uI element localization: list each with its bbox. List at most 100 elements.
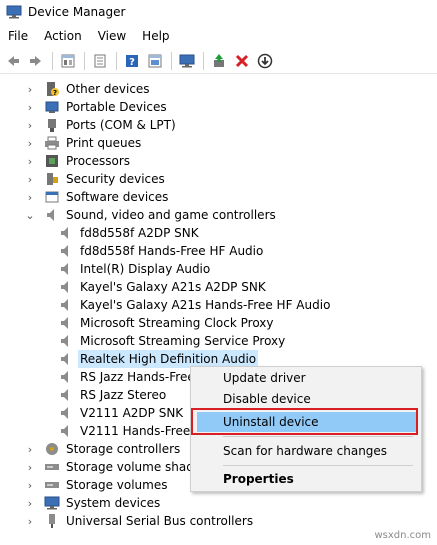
port-icon [44,117,60,133]
properties-icon[interactable] [89,50,111,72]
highlight-outline [191,408,418,435]
chevron-right-icon[interactable]: › [24,440,36,458]
tree-device-item[interactable]: Microsoft Streaming Service Proxy [50,332,287,350]
tree-category-sound-video[interactable]: ⌄ Sound, video and game controllers [24,206,278,224]
tree-device-item[interactable]: V2111 Hands-Free H [50,422,205,440]
tree-device-item[interactable]: Kayel's Galaxy A21s A2DP SNK [50,278,268,296]
chevron-right-icon[interactable]: › [24,152,36,170]
tree-category-storage-controllers[interactable]: › Storage controllers [24,440,182,458]
speaker-icon [58,315,74,331]
speaker-icon [58,369,74,385]
tree-device-label: fd8d558f A2DP SNK [80,226,199,240]
tree-device-label: Microsoft Streaming Service Proxy [80,334,286,348]
menu-action[interactable]: Action [36,26,90,46]
speaker-icon [58,279,74,295]
show-hide-icon[interactable] [57,50,79,72]
update-driver-icon[interactable] [208,50,230,72]
tree-category-print-queues[interactable]: › Print queues [24,134,143,152]
chevron-right-icon[interactable]: › [24,458,36,476]
tree-device-label: RS Jazz Stereo [80,388,167,402]
speaker-icon [58,297,74,313]
tree-category-storage-volumes[interactable]: › Storage volumes [24,476,169,494]
menu-scan-hardware[interactable]: Scan for hardware changes [197,441,417,461]
printer-icon [44,135,60,151]
chevron-right-icon[interactable]: › [24,170,36,188]
help-icon[interactable]: ? [121,50,143,72]
window-title: Device Manager [28,5,126,19]
menu-update-driver[interactable]: Update driver [197,368,417,388]
tree-category-ports[interactable]: › Ports (COM & LPT) [24,116,178,134]
toolbar-separator [116,51,117,70]
question-device-icon: ? [44,81,60,97]
security-device-icon [44,171,60,187]
tree-category-label: Universal Serial Bus controllers [66,514,254,528]
tree-category-label: System devices [66,496,161,510]
watermark: wsxdn.com [374,530,431,541]
tree-device-item[interactable]: Microsoft Streaming Clock Proxy [50,314,276,332]
chevron-right-icon[interactable]: › [24,512,36,530]
menu-separator [223,436,413,437]
usb-icon [44,513,60,529]
portable-device-icon [44,99,60,115]
tree-category-label: Portable Devices [66,100,167,114]
chevron-right-icon[interactable]: › [24,476,36,494]
tree-category-other-devices[interactable]: › ? Other devices [24,80,152,98]
tree-category-label: Ports (COM & LPT) [66,118,176,132]
chevron-right-icon[interactable]: › [24,134,36,152]
tree-category-portable-devices[interactable]: › Portable Devices [24,98,169,116]
tree-device-item[interactable]: RS Jazz Stereo [50,386,168,404]
processor-icon [44,153,60,169]
tree-category-usb[interactable]: › Universal Serial Bus controllers [24,512,255,530]
back-icon[interactable] [2,50,24,72]
menu-properties[interactable]: Properties [197,469,417,489]
menu-view[interactable]: View [90,26,134,46]
tree-category-security-devices[interactable]: › Security devices [24,170,167,188]
tree-device-item[interactable]: fd8d558f Hands-Free HF Audio [50,242,265,260]
view-icon[interactable] [144,50,166,72]
tree-device-item[interactable]: RS Jazz Hands-Free A [50,368,209,386]
menu-file[interactable]: File [0,26,36,46]
uninstall-icon[interactable] [231,50,253,72]
monitor-icon[interactable] [176,50,198,72]
menu-disable-device[interactable]: Disable device [197,389,417,409]
tree-category-system-devices[interactable]: › System devices [24,494,162,512]
chevron-right-icon[interactable]: › [24,188,36,206]
storage-shadow-icon [44,459,60,475]
tree-category-label: Other devices [66,82,150,96]
chevron-down-icon[interactable]: ⌄ [24,206,36,224]
menu-separator [223,465,413,466]
system-device-icon [44,495,60,511]
tree-device-item[interactable]: Kayel's Galaxy A21s Hands-Free HF Audio [50,296,332,314]
toolbar: ? [0,48,437,74]
speaker-icon [58,351,74,367]
device-manager-icon [6,5,22,19]
chevron-right-icon[interactable]: › [24,98,36,116]
speaker-icon [58,243,74,259]
chevron-right-icon[interactable]: › [24,494,36,512]
tree-category-label: Sound, video and game controllers [66,208,276,222]
tree-category-storage-volume-shadow[interactable]: › Storage volume shadow [24,458,213,476]
tree-device-label: fd8d558f Hands-Free HF Audio [80,244,264,258]
tree-device-label: Intel(R) Display Audio [80,262,211,276]
tree-category-label: Storage controllers [66,442,181,456]
speaker-icon [58,261,74,277]
chevron-right-icon[interactable]: › [24,116,36,134]
tree-device-item[interactable]: Intel(R) Display Audio [50,260,212,278]
toolbar-separator [203,51,204,70]
tree-device-item[interactable]: fd8d558f A2DP SNK [50,224,201,242]
svg-text:?: ? [129,57,135,68]
speaker-icon [44,207,60,223]
tree-category-processors[interactable]: › Processors [24,152,132,170]
download-icon[interactable] [254,50,276,72]
speaker-icon [58,333,74,349]
speaker-icon [58,423,74,439]
tree-device-label: Microsoft Streaming Clock Proxy [80,316,274,330]
forward-icon[interactable] [25,50,47,72]
toolbar-separator [171,51,172,70]
software-device-icon [44,189,60,205]
tree-device-item[interactable]: V2111 A2DP SNK [50,404,185,422]
tree-category-software-devices[interactable]: › Software devices [24,188,170,206]
menu-help[interactable]: Help [134,26,177,46]
chevron-right-icon[interactable]: › [24,80,36,98]
tree-category-label: Processors [66,154,131,168]
